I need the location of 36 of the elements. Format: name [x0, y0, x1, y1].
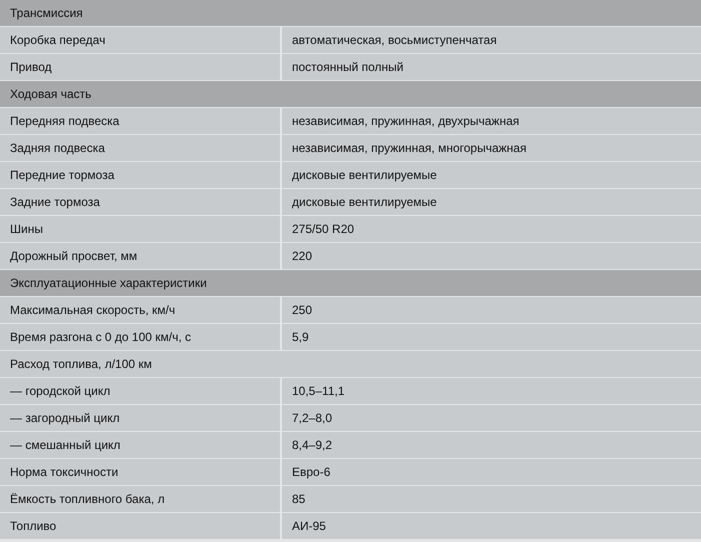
- table-cell: 8,4–9,2: [282, 432, 701, 458]
- table-cell: Евро-6: [282, 459, 701, 485]
- table-cell: — городской цикл: [0, 378, 282, 404]
- table-cell: 7,2–8,0: [282, 405, 701, 431]
- table-cell: Задние тормоза: [0, 189, 282, 215]
- table-cell: Дорожный просвет, мм: [0, 243, 282, 269]
- table-cell: 275/50 R20: [282, 216, 701, 242]
- section-header: Эксплуатационные характеристики: [0, 270, 701, 296]
- table-cell: постоянный полный: [282, 54, 701, 80]
- table-cell: Ёмкость топливного бака, л: [0, 486, 282, 512]
- table-cell: — смешанный цикл: [0, 432, 282, 458]
- table-cell: 5,9: [282, 324, 701, 350]
- table-cell: независимая, пружинная, многорычажная: [282, 135, 701, 161]
- table-cell: 220: [282, 243, 701, 269]
- table-cell: Привод: [0, 54, 282, 80]
- table-cell: независимая, пружинная, двухрычажная: [282, 108, 701, 134]
- table-cell: дисковые вентилируемые: [282, 189, 701, 215]
- table-cell: АИ-95: [282, 513, 701, 539]
- table-cell: Передняя подвеска: [0, 108, 282, 134]
- table-cell: — загородный цикл: [0, 405, 282, 431]
- table-cell: Норма токсичности: [0, 459, 282, 485]
- table-cell: Максимальная скорость, км/ч: [0, 297, 282, 323]
- table-cell: Время разгона с 0 до 100 км/ч, с: [0, 324, 282, 350]
- table-cell: Топливо: [0, 513, 282, 539]
- table-cell: Шины: [0, 216, 282, 242]
- table-cell: Коробка передач: [0, 27, 282, 53]
- table-cell: Передние тормоза: [0, 162, 282, 188]
- table-cell: 250: [282, 297, 701, 323]
- table-cell: дисковые вентилируемые: [282, 162, 701, 188]
- table-cell: автоматическая, восьмиступенчатая: [282, 27, 701, 53]
- section-header: Ходовая часть: [0, 81, 701, 107]
- table-cell: Расход топлива, л/100 км: [0, 351, 701, 377]
- table-cell: 10,5–11,1: [282, 378, 701, 404]
- section-header: Трансмиссия: [0, 0, 701, 26]
- table-cell: 85: [282, 486, 701, 512]
- table-cell: Задняя подвеска: [0, 135, 282, 161]
